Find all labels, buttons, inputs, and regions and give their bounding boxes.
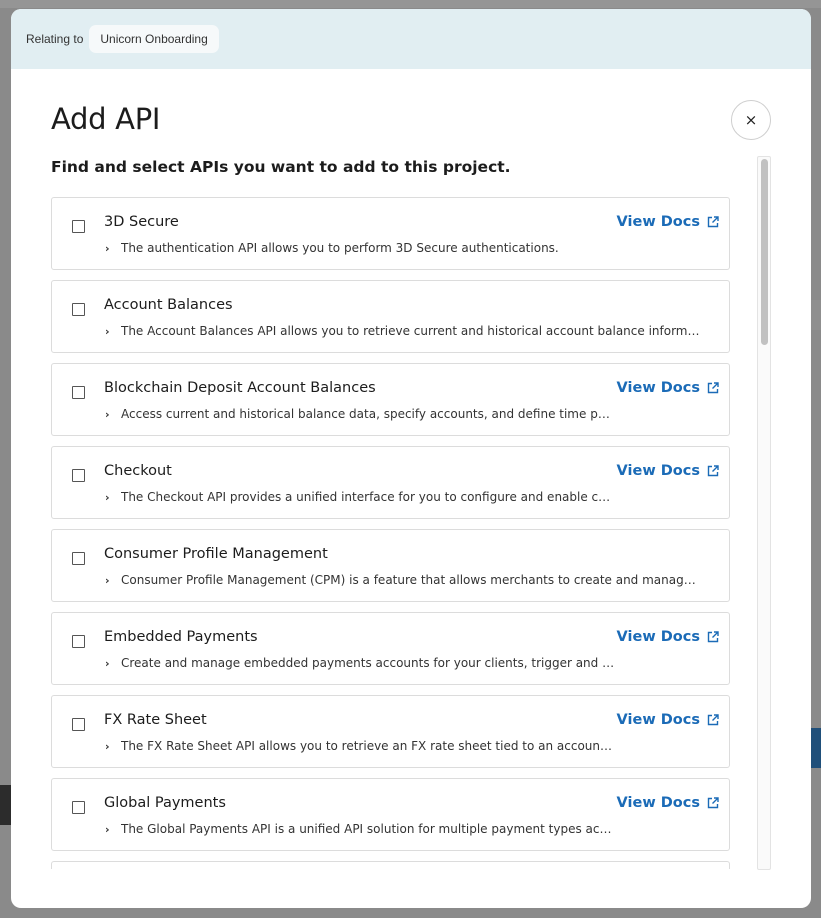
checkbox-icon[interactable] — [72, 635, 85, 648]
background-button — [811, 728, 821, 768]
api-card-blockchain-deposit-account-balances[interactable]: Blockchain Deposit Account Balances View… — [51, 363, 730, 436]
close-icon: × — [744, 111, 758, 129]
checkbox-icon[interactable] — [72, 718, 85, 731]
api-card-global-payments[interactable]: Global Payments View Docs › The Global P… — [51, 778, 730, 851]
scrollbar-thumb[interactable] — [761, 159, 768, 345]
api-name: Checkout — [104, 463, 172, 479]
external-link-icon — [707, 714, 719, 726]
api-name: Consumer Profile Management — [104, 546, 328, 562]
view-docs-label: View Docs — [616, 629, 700, 645]
checkbox-icon[interactable] — [72, 552, 85, 565]
api-description: Access current and historical balance da… — [121, 407, 615, 421]
relating-bar: Relating to Unicorn Onboarding — [11, 9, 811, 69]
api-name: 3D Secure — [104, 214, 179, 230]
view-docs-link[interactable]: View Docs — [617, 629, 719, 645]
api-name: FX Rate Sheet — [104, 712, 207, 728]
background-element — [811, 300, 821, 330]
chevron-right-icon[interactable]: › — [105, 491, 110, 504]
add-api-modal: Relating to Unicorn Onboarding Add API ×… — [11, 9, 811, 908]
api-name: Blockchain Deposit Account Balances — [104, 380, 376, 396]
chevron-right-icon[interactable]: › — [105, 574, 110, 587]
checkbox-icon[interactable] — [72, 220, 85, 233]
view-docs-label: View Docs — [616, 380, 700, 396]
external-link-icon — [707, 216, 719, 228]
view-docs-label: View Docs — [616, 463, 700, 479]
chevron-right-icon[interactable]: › — [105, 740, 110, 753]
api-name: Account Balances — [104, 297, 233, 313]
external-link-icon — [707, 797, 719, 809]
background-header — [0, 0, 821, 8]
close-button[interactable]: × — [731, 100, 771, 140]
api-description: Create and manage embedded payments acco… — [121, 656, 615, 670]
scrollbar[interactable] — [757, 156, 771, 870]
api-card-3d-secure[interactable]: 3D Secure View Docs › The authentication… — [51, 197, 730, 270]
view-docs-link[interactable]: View Docs — [617, 795, 719, 811]
chevron-right-icon[interactable]: › — [105, 325, 110, 338]
modal-subtitle: Find and select APIs you want to add to … — [51, 158, 511, 176]
api-description: The FX Rate Sheet API allows you to retr… — [121, 739, 615, 753]
checkbox-icon[interactable] — [72, 469, 85, 482]
checkbox-icon[interactable] — [72, 303, 85, 316]
view-docs-link[interactable]: View Docs — [617, 380, 719, 396]
api-card-consumer-profile-management[interactable]: Consumer Profile Management › Consumer P… — [51, 529, 730, 602]
api-card-embedded-payments[interactable]: Embedded Payments View Docs › Create and… — [51, 612, 730, 685]
api-description: The Checkout API provides a unified inte… — [121, 490, 615, 504]
api-description: The Account Balances API allows you to r… — [121, 324, 701, 338]
api-description: The authentication API allows you to per… — [121, 241, 559, 255]
api-description: Consumer Profile Management (CPM) is a f… — [121, 573, 701, 587]
api-card-partial[interactable] — [51, 861, 730, 869]
project-chip[interactable]: Unicorn Onboarding — [89, 25, 219, 53]
chevron-right-icon[interactable]: › — [105, 657, 110, 670]
background-element — [0, 785, 11, 825]
api-name: Global Payments — [104, 795, 226, 811]
checkbox-icon[interactable] — [72, 801, 85, 814]
chevron-right-icon[interactable]: › — [105, 242, 110, 255]
chevron-right-icon[interactable]: › — [105, 408, 110, 421]
chevron-right-icon[interactable]: › — [105, 823, 110, 836]
api-name: Embedded Payments — [104, 629, 258, 645]
external-link-icon — [707, 465, 719, 477]
relating-label: Relating to — [26, 32, 84, 46]
modal-title: Add API — [51, 102, 161, 136]
api-card-fx-rate-sheet[interactable]: FX Rate Sheet View Docs › The FX Rate Sh… — [51, 695, 730, 768]
view-docs-label: View Docs — [616, 214, 700, 230]
view-docs-link[interactable]: View Docs — [617, 214, 719, 230]
external-link-icon — [707, 631, 719, 643]
view-docs-label: View Docs — [616, 795, 700, 811]
api-list: 3D Secure View Docs › The authentication… — [51, 197, 731, 869]
view-docs-link[interactable]: View Docs — [617, 463, 719, 479]
view-docs-label: View Docs — [616, 712, 700, 728]
checkbox-icon[interactable] — [72, 386, 85, 399]
api-card-checkout[interactable]: Checkout View Docs › The Checkout API pr… — [51, 446, 730, 519]
view-docs-link[interactable]: View Docs — [617, 712, 719, 728]
external-link-icon — [707, 382, 719, 394]
api-card-account-balances[interactable]: Account Balances › The Account Balances … — [51, 280, 730, 353]
api-description: The Global Payments API is a unified API… — [121, 822, 615, 836]
